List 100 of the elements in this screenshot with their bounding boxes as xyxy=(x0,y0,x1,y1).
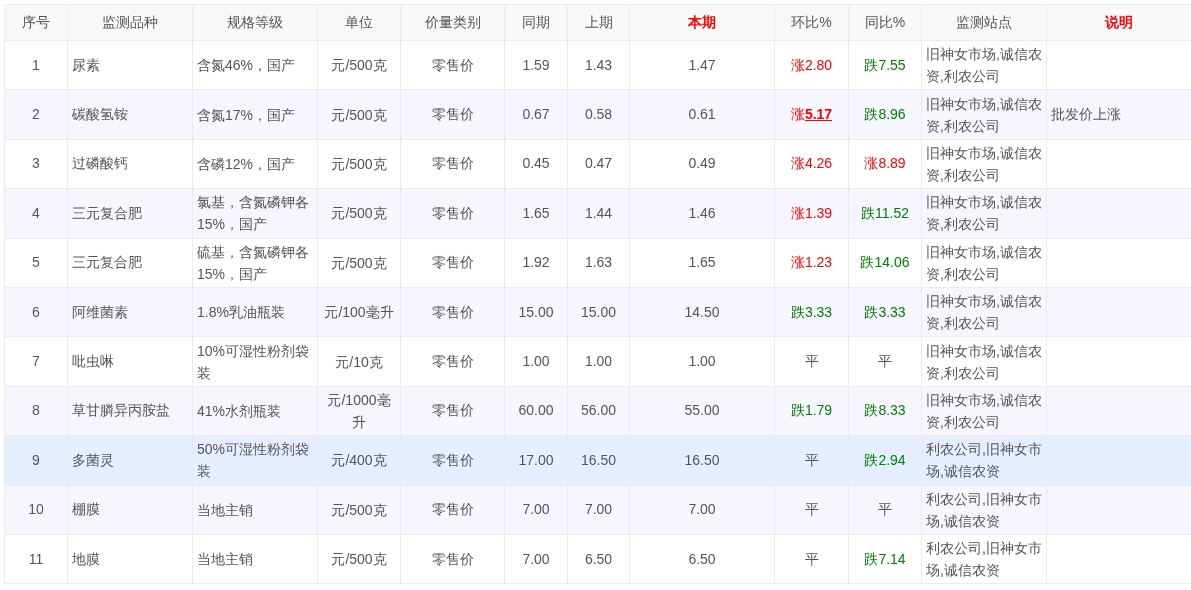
table-row[interactable]: 3 过磷酸钙 含磷12%，国产 元/500克 零售价 0.45 0.47 0.49 涨4.26 涨8.89 旧神女市场,诚信农资,利农公司 xyxy=(4,139,1191,189)
table-cell: 7.00 xyxy=(522,550,550,567)
table-cell: 旧神女市场,诚信农资,利农公司 xyxy=(926,144,1042,183)
table-cell: 0.45 xyxy=(522,155,550,172)
table-cell: 11 xyxy=(28,550,44,567)
column-header: 环比% xyxy=(791,14,832,30)
table-cell: 1.63 xyxy=(584,254,613,271)
change-value: 跌8.33 xyxy=(864,402,906,419)
table-cell: 6 xyxy=(32,303,40,320)
table-cell: 7.00 xyxy=(522,501,550,518)
table-cell: 50%可湿性粉剂袋装 xyxy=(197,441,310,480)
table-cell: 利农公司,旧神女市场,诚信农资 xyxy=(926,441,1042,480)
table-cell: 旧神女市场,诚信农资,利农公司 xyxy=(926,194,1042,233)
table-cell: 元/500克 xyxy=(331,501,387,518)
table-cell: 零售价 xyxy=(431,254,474,271)
table-row[interactable]: 5 三元复合肥 硫基，含氮磷钾各15%，国产 元/500克 零售价 1.92 1.63 1.65 涨1.23 跌14.06 旧神女市场,诚信农资,利农公司 xyxy=(4,238,1191,288)
change-value: 跌3.33 xyxy=(790,303,833,320)
table-cell: 尿素 xyxy=(72,56,100,73)
table-cell: 旧神女市场,诚信农资,利农公司 xyxy=(926,293,1042,332)
table-row[interactable]: 1 尿素 含氮46%，国产 元/500克 零售价 1.59 1.43 1.47 涨2.80 跌7.55 旧神女市场,诚信农资,利农公司 xyxy=(4,40,1191,90)
table-cell: 三元复合肥 xyxy=(72,254,142,271)
table-cell: 氯基，含氮磷钾各15%，国产 xyxy=(197,194,309,233)
table-cell: 零售价 xyxy=(431,106,474,123)
table-cell: 吡虫啉 xyxy=(72,353,114,370)
table-cell: 10 xyxy=(28,501,44,518)
table-cell: 2 xyxy=(32,106,40,123)
change-value: 涨1.23 xyxy=(790,254,833,271)
column-header: 单位 xyxy=(345,14,373,30)
change-value: 涨2.80 xyxy=(790,56,833,73)
change-value: 跌7.14 xyxy=(864,550,906,567)
table-cell: 当地主销 xyxy=(197,501,253,518)
table-cell: 元/1000毫升 xyxy=(327,391,391,430)
table-cell: 60.00 xyxy=(518,402,554,419)
change-value: 平 xyxy=(804,550,819,567)
change-value: 跌1.79 xyxy=(790,402,833,419)
table-row[interactable]: 11 地膜 当地主销 元/500克 零售价 7.00 6.50 6.50 平 跌7.14 利农公司,旧神女市场,诚信农资 xyxy=(4,534,1191,584)
table-cell: 元/500克 xyxy=(331,254,387,271)
table-cell: 0.49 xyxy=(688,155,716,172)
change-value: 跌3.33 xyxy=(864,303,906,320)
table-cell: 1.65 xyxy=(522,204,550,221)
table-cell: 1.00 xyxy=(584,353,613,370)
table-cell: 41%水剂瓶装 xyxy=(197,402,282,419)
table-cell: 零售价 xyxy=(431,501,474,518)
table-cell: 5 xyxy=(32,254,40,271)
table-row[interactable]: 9 多菌灵 50%可湿性粉剂袋装 元/400克 零售价 17.00 16.50 16.50 平 跌2.94 利农公司,旧神女市场,诚信农资 xyxy=(4,435,1191,485)
table-cell: 1.65 xyxy=(688,254,716,271)
table-row[interactable]: 4 三元复合肥 氯基，含氮磷钾各15%，国产 元/500克 零售价 1.65 1.44 1.46 涨1.39 跌11.52 旧神女市场,诚信农资,利农公司 xyxy=(4,188,1191,239)
table-cell: 零售价 xyxy=(431,303,474,320)
table-cell: 零售价 xyxy=(431,402,474,419)
change-value: 涨4.26 xyxy=(790,155,833,172)
table-cell: 多菌灵 xyxy=(72,451,114,468)
change-value: 平 xyxy=(804,501,819,518)
change-value: 涨1.39 xyxy=(790,204,833,221)
table-cell: 含磷12%，国产 xyxy=(197,155,296,172)
column-header: 说明 xyxy=(1105,14,1133,30)
table-cell: 17.00 xyxy=(518,451,554,468)
table-cell: 1.00 xyxy=(522,353,550,370)
table-cell: 1.47 xyxy=(688,56,716,73)
table-cell: 元/100毫升 xyxy=(324,304,394,321)
table-cell: 旧神女市场,诚信农资,利农公司 xyxy=(926,46,1042,85)
table-cell: 三元复合肥 xyxy=(72,204,142,221)
table-cell: 利农公司,旧神女市场,诚信农资 xyxy=(926,490,1042,529)
table-cell: 旧神女市场,诚信农资,利农公司 xyxy=(926,95,1042,134)
table-row[interactable]: 6 阿维菌素 1.8%乳油瓶装 元/100毫升 零售价 15.00 15.00 14.50 跌3.33 跌3.33 旧神女市场,诚信农资,利农公司 xyxy=(4,287,1191,337)
table-cell: 元/500克 xyxy=(331,57,387,74)
table-row[interactable]: 8 草甘膦异丙胺盐 41%水剂瓶装 元/1000毫升 零售价 60.00 56.00 55.00 跌1.79 跌8.33 旧神女市场,诚信农资,利农公司 xyxy=(4,386,1191,436)
table-cell: 14.50 xyxy=(684,303,720,320)
table-cell: 1 xyxy=(32,56,40,73)
table-cell: 阿维菌素 xyxy=(72,303,128,320)
table-row[interactable]: 7 吡虫啉 10%可湿性粉剂袋装 元/10克 零售价 1.00 1.00 1.00 平 平 旧神女市场,诚信农资,利农公司 xyxy=(4,336,1191,387)
table-cell: 15.00 xyxy=(518,303,554,320)
table-cell: 元/500克 xyxy=(331,155,387,172)
change-value: 跌2.94 xyxy=(864,451,906,468)
column-header: 序号 xyxy=(22,14,50,30)
table-row[interactable]: 10 棚膜 当地主销 元/500克 零售价 7.00 7.00 7.00 平 平 利农公司,旧神女市场,诚信农资 xyxy=(4,485,1191,535)
table-cell: 7.00 xyxy=(688,501,716,518)
table-cell: 8 xyxy=(32,402,40,419)
table-cell: 0.47 xyxy=(584,155,613,172)
table-cell: 利农公司,旧神女市场,诚信农资 xyxy=(926,540,1042,579)
table-cell: 零售价 xyxy=(431,353,474,370)
table-cell: 56.00 xyxy=(580,402,616,419)
column-header: 监测站点 xyxy=(956,14,1012,30)
table-cell: 棚膜 xyxy=(72,501,100,518)
table-cell: 10%可湿性粉剂袋装 xyxy=(197,342,310,381)
table-cell: 16.50 xyxy=(684,451,720,468)
table-cell: 元/500克 xyxy=(331,106,387,123)
change-value: 跌8.96 xyxy=(864,106,906,123)
change-value: 跌11.52 xyxy=(861,204,909,221)
change-value: 平 xyxy=(878,501,892,518)
table-cell: 1.44 xyxy=(584,204,613,221)
table-cell: 零售价 xyxy=(431,56,474,73)
table-cell: 1.46 xyxy=(688,204,716,221)
change-value: 涨8.89 xyxy=(864,155,906,172)
table-cell: 地膜 xyxy=(72,550,100,567)
table-cell: 元/500克 xyxy=(331,205,387,222)
change-value: 平 xyxy=(878,353,892,370)
table-cell: 6.50 xyxy=(584,550,613,567)
change-value: 涨5.17 xyxy=(790,106,833,123)
table-cell: 含氮17%，国产 xyxy=(197,106,296,123)
table-cell: 1.8%乳油瓶装 xyxy=(197,304,285,321)
